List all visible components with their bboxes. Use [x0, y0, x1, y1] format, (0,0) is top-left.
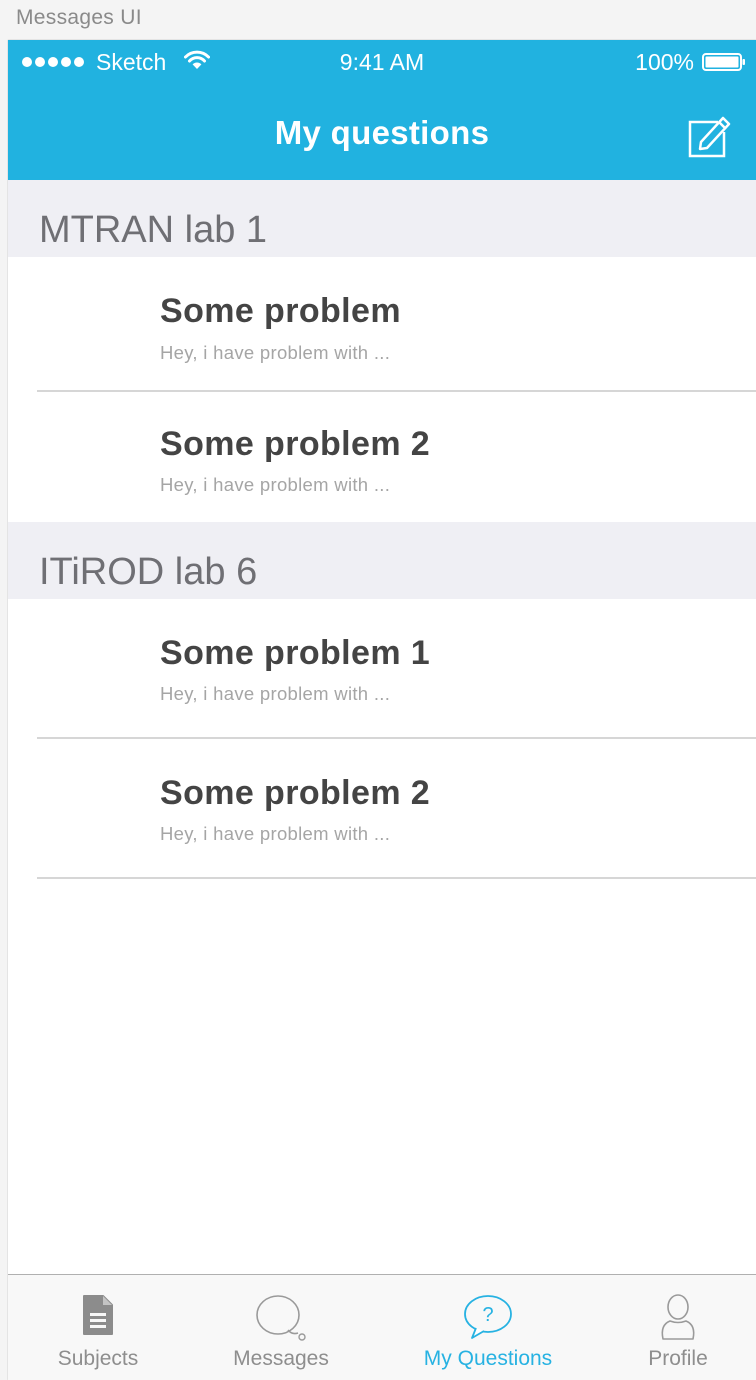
section-title: ITiROD lab 6 — [39, 551, 258, 593]
question-row[interactable]: Some problem 2 Hey, i have problem with … — [8, 392, 756, 522]
question-preview: Hey, i have problem with ... — [160, 683, 391, 704]
question-preview: Hey, i have problem with ... — [160, 474, 391, 495]
question-row[interactable]: Some problem 2 Hey, i have problem with … — [8, 739, 756, 879]
section-header: ITiROD lab 6 — [8, 522, 756, 599]
question-title: Some problem 2 — [160, 425, 431, 463]
question-bubble-icon: ? — [464, 1295, 512, 1339]
row-divider — [37, 877, 756, 879]
tab-subjects[interactable]: Subjects — [8, 1275, 188, 1380]
question-row[interactable]: Some problem Hey, i have problem with ..… — [8, 257, 756, 392]
section-title: MTRAN lab 1 — [39, 209, 268, 251]
navigation-bar: Sketch 9:41 AM 100% My questions — [8, 40, 756, 180]
person-icon — [661, 1294, 695, 1340]
compose-icon — [688, 116, 731, 158]
question-title: Some problem — [160, 292, 401, 330]
question-title: Some problem 2 — [160, 774, 431, 812]
document-icon — [83, 1295, 113, 1335]
page-title: My questions — [274, 114, 490, 151]
tab-label: Messages — [233, 1347, 329, 1370]
status-bar: Sketch 9:41 AM 100% — [8, 40, 756, 84]
phone-screen: Sketch 9:41 AM 100% My questions MTRAN l… — [8, 40, 756, 1380]
question-preview: Hey, i have problem with ... — [160, 342, 391, 363]
chat-bubble-icon — [256, 1295, 306, 1341]
tab-label: Profile — [648, 1347, 708, 1370]
svg-text:?: ? — [482, 1304, 493, 1326]
tab-label: My Questions — [423, 1347, 553, 1370]
tab-messages[interactable]: Messages — [191, 1275, 371, 1380]
compose-button[interactable] — [684, 112, 736, 160]
battery-icon — [702, 53, 745, 71]
section-header: MTRAN lab 1 — [8, 180, 756, 257]
question-row[interactable]: Some problem 1 Hey, i have problem with … — [8, 599, 756, 739]
tab-my-questions[interactable]: ? My Questions — [398, 1275, 578, 1380]
artboard-label: Messages UI — [16, 6, 142, 29]
question-preview: Hey, i have problem with ... — [160, 823, 391, 844]
battery-percentage: 100% — [635, 49, 694, 75]
tab-bar: Subjects Messages ? My Questions Profile — [8, 1274, 756, 1380]
tab-profile[interactable]: Profile — [588, 1275, 756, 1380]
question-title: Some problem 1 — [160, 634, 431, 672]
tab-label: Subjects — [57, 1347, 139, 1370]
